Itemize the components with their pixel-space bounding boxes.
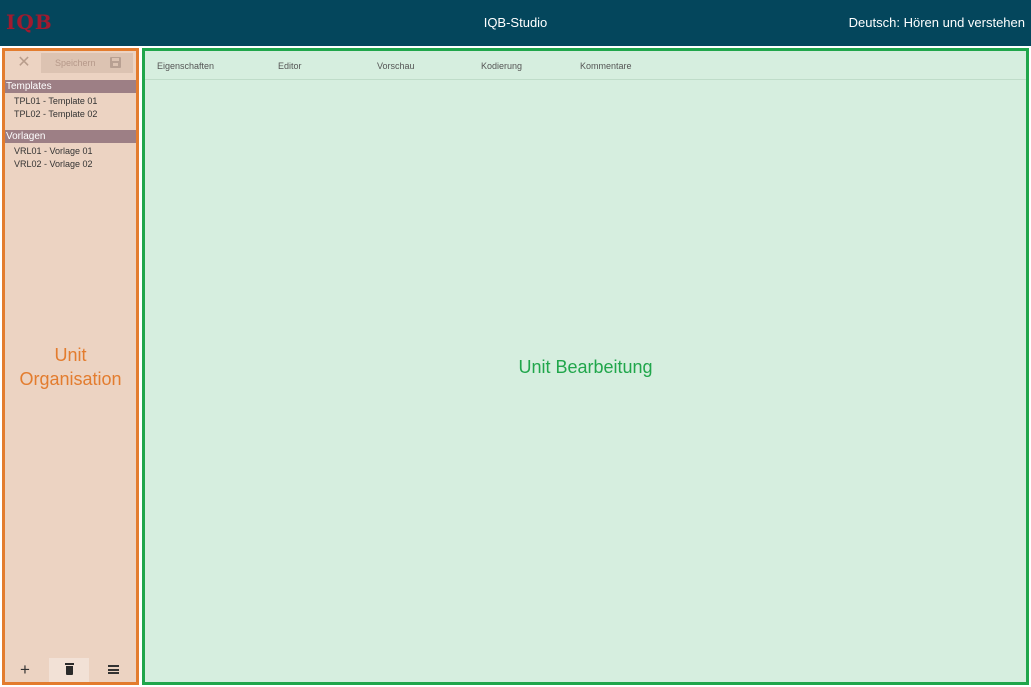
menu-icon <box>108 665 119 674</box>
tab-vorschau[interactable]: Vorschau <box>377 61 415 71</box>
list-item[interactable]: TPL01 - Template 01 <box>14 96 97 107</box>
context-label: Deutsch: Hören und verstehen <box>848 15 1025 30</box>
unit-bearbeitung-panel: Eigenschaften Editor Vorschau Kodierung … <box>142 48 1029 685</box>
menu-button[interactable] <box>93 658 133 682</box>
tab-eigenschaften[interactable]: Eigenschaften <box>157 61 214 71</box>
trash-icon <box>65 663 74 675</box>
tab-kommentare[interactable]: Kommentare <box>580 61 632 71</box>
save-icon <box>110 57 121 68</box>
delete-button[interactable] <box>49 658 89 682</box>
list-item[interactable]: VRL01 - Vorlage 01 <box>14 146 93 157</box>
list-item[interactable]: VRL02 - Vorlage 02 <box>14 159 93 170</box>
save-button[interactable]: Speichern <box>41 53 133 73</box>
unit-organisation-panel: ✕ Speichern Templates TPL01 - Template 0… <box>2 48 139 685</box>
tab-kodierung[interactable]: Kodierung <box>481 61 522 71</box>
group-header-vorlagen[interactable]: Vorlagen <box>5 130 136 143</box>
tab-editor[interactable]: Editor <box>278 61 302 71</box>
group-header-templates[interactable]: Templates <box>5 80 136 93</box>
left-toolbar: ✕ Speichern <box>5 51 136 76</box>
save-label: Speichern <box>55 58 96 68</box>
add-button[interactable]: + <box>5 658 45 682</box>
list-item[interactable]: TPL02 - Template 02 <box>14 109 97 120</box>
close-icon: ✕ <box>17 54 31 71</box>
unit-organisation-label: Unit Organisation <box>19 345 122 389</box>
left-footer: + <box>5 655 136 685</box>
unit-bearbeitung-label: Unit Bearbeitung <box>518 357 653 377</box>
close-button[interactable]: ✕ <box>11 53 37 73</box>
tab-bar: Eigenschaften Editor Vorschau Kodierung … <box>145 51 1026 80</box>
app-header: IQB IQB-Studio Deutsch: Hören und verste… <box>0 0 1031 46</box>
